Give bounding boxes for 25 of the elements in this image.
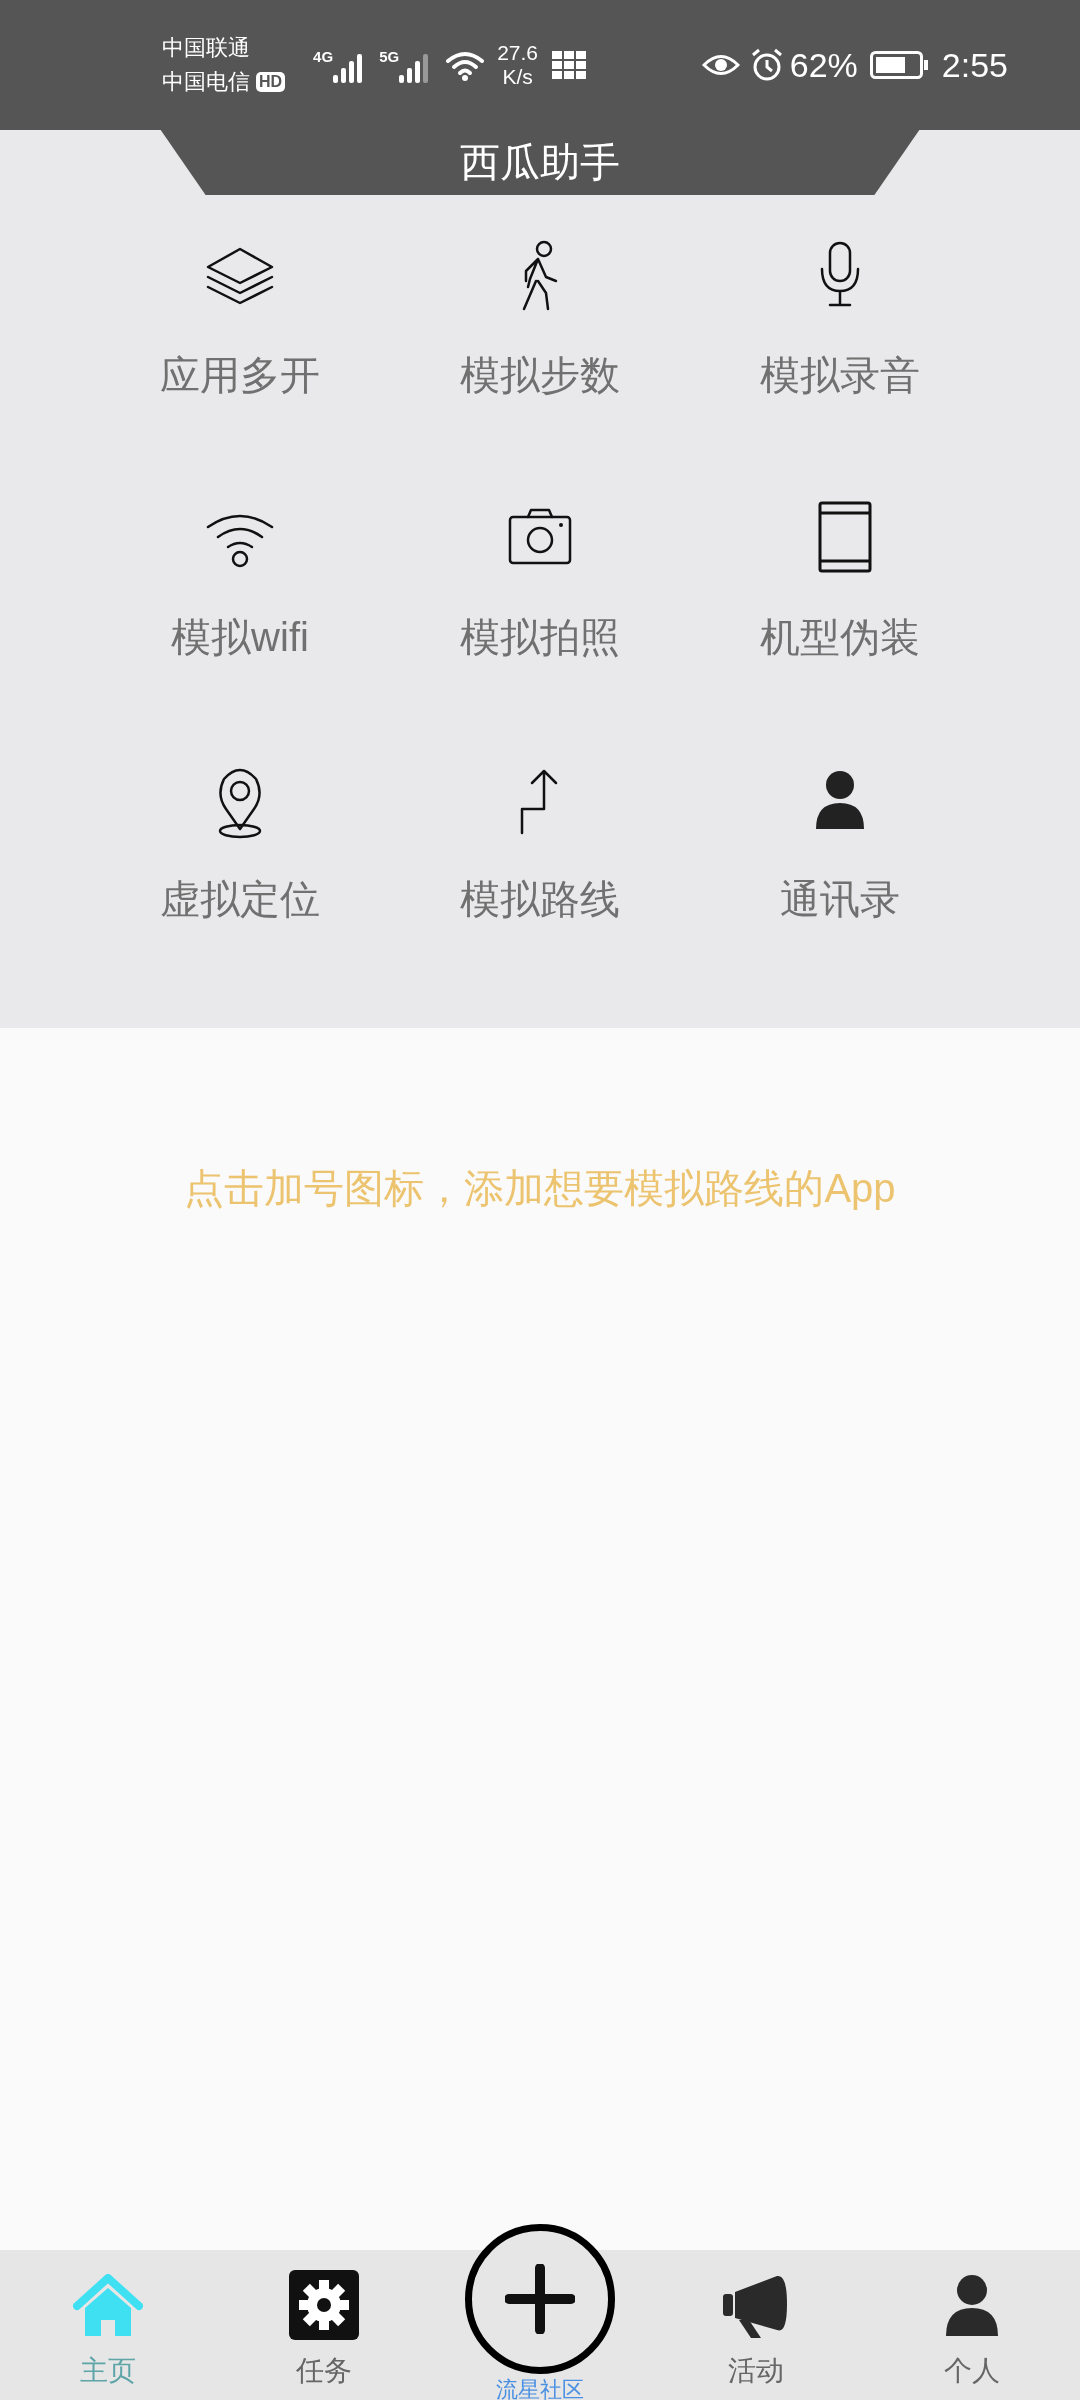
feature-label[interactable]: 虚拟定位	[160, 869, 320, 929]
speed-unit: K/s	[502, 65, 533, 89]
hd-badge: HD	[256, 72, 286, 92]
feature-label[interactable]: 机型伪装	[760, 607, 920, 667]
speed-value: 27.6	[497, 41, 538, 65]
feature-label[interactable]: 应用多开	[160, 345, 320, 405]
network-type-label: 5G	[379, 49, 400, 65]
app-title: 西瓜助手	[160, 129, 920, 195]
hint-text: 点击加号图标，添加想要模拟路线的App	[184, 1165, 896, 1212]
feature-label[interactable]: 通讯录	[780, 869, 900, 929]
carrier-name: 中国电信	[162, 68, 250, 96]
community-label[interactable]: 流星社区	[496, 2378, 584, 2400]
nav-tab[interactable]: 主页	[0, 2250, 216, 2400]
feature-label[interactable]: 模拟路线	[460, 869, 620, 929]
battery-percentage: 62%	[789, 44, 858, 86]
feature-label[interactable]: 模拟wifi	[171, 607, 309, 667]
feature-label[interactable]: 模拟拍照	[460, 607, 620, 667]
nav-tab[interactable]: 活动	[648, 2250, 864, 2400]
carrier-name: 中国联通	[162, 34, 251, 62]
feature-label[interactable]: 模拟步数	[460, 345, 620, 405]
network-type-label: 4G	[313, 49, 334, 65]
feature-label[interactable]: 模拟录音	[760, 345, 920, 405]
nav-tab[interactable]: 个人	[864, 2250, 1080, 2400]
clock-time: 2:55	[941, 44, 1008, 86]
nav-tab[interactable]: 任务	[216, 2250, 432, 2400]
